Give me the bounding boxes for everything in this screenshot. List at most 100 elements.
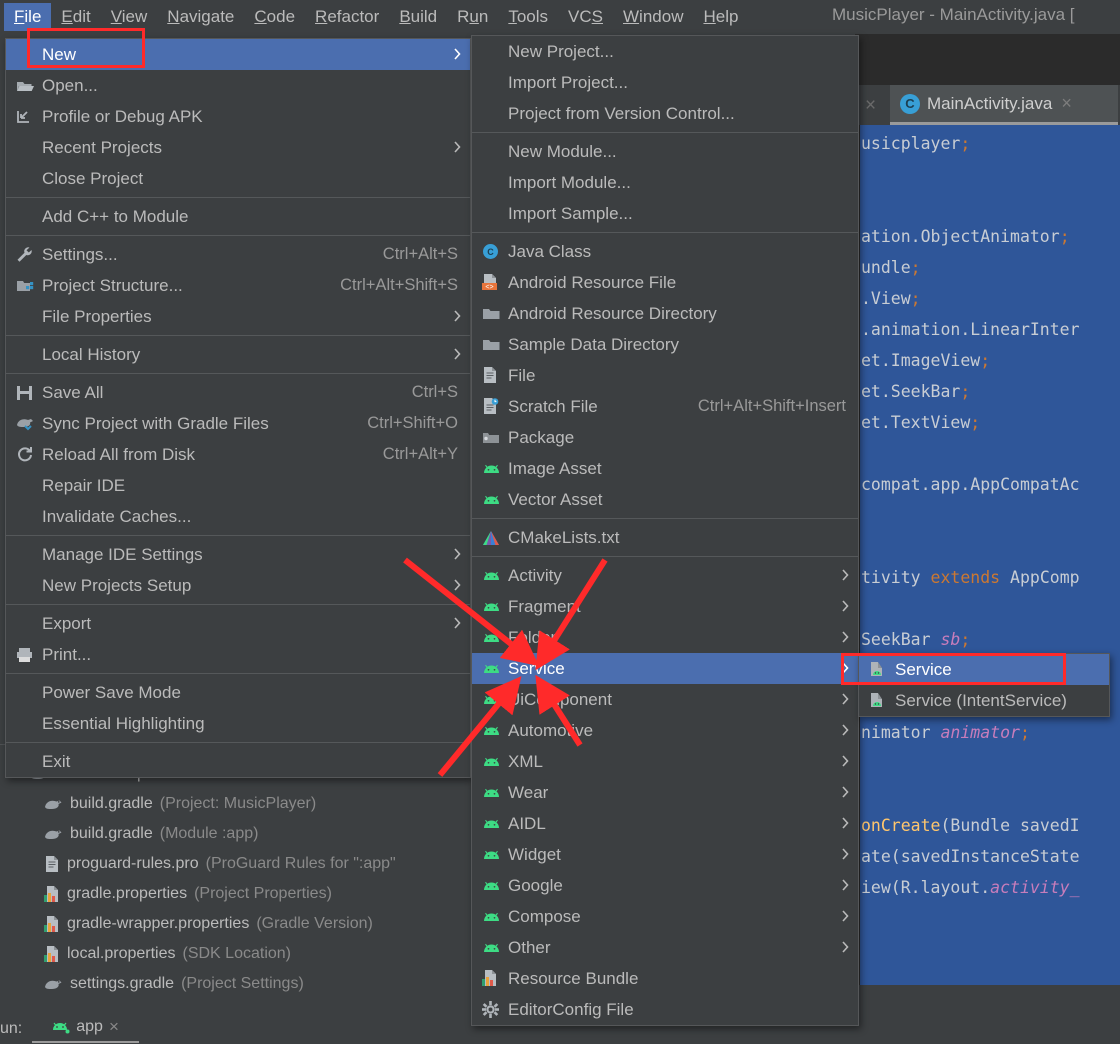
file-menu-item-new-projects-setup[interactable]: New Projects Setup [6, 570, 470, 601]
run-tab-label: app [76, 1018, 103, 1036]
new-menu-item-folder[interactable]: Folder [472, 622, 858, 653]
file-menu-item-recent-projects[interactable]: Recent Projects [6, 132, 470, 163]
new-menu-item-android-resource-file[interactable]: <>Android Resource File [472, 267, 858, 298]
close-icon[interactable]: × [109, 1017, 119, 1037]
file-menu-item-print[interactable]: Print... [6, 639, 470, 670]
menubar-item-view[interactable]: View [101, 3, 158, 31]
menubar-item-vcs[interactable]: VCS [558, 3, 613, 31]
menubar-item-code[interactable]: Code [244, 3, 305, 31]
new-menu-item-xml[interactable]: XML [472, 746, 858, 777]
file-menu-item-local-history[interactable]: Local History [6, 339, 470, 370]
file-menu-item-file-properties[interactable]: File Properties [6, 301, 470, 332]
new-menu-item-import-project[interactable]: Import Project... [472, 67, 858, 98]
new-menu-item-import-sample[interactable]: Import Sample... [472, 198, 858, 229]
file-menu-item-repair-ide[interactable]: Repair IDE [6, 470, 470, 501]
new-menu-item-service[interactable]: Service [472, 653, 858, 684]
file-menu-item-add-c-to-module[interactable]: Add C++ to Module [6, 201, 470, 232]
new-menu-item-new-module[interactable]: New Module... [472, 136, 858, 167]
file-menu-item-invalidate-caches[interactable]: Invalidate Caches... [6, 501, 470, 532]
cmake-icon [482, 530, 508, 546]
menubar-item-help[interactable]: Help [693, 3, 748, 31]
tree-item-name: proguard-rules.pro [67, 855, 199, 873]
file-menu-item-project-structure[interactable]: Project Structure...Ctrl+Alt+Shift+S [6, 270, 470, 301]
new-menu-item-fragment[interactable]: Fragment [472, 591, 858, 622]
new-menu-item-vector-asset[interactable]: Vector Asset [472, 484, 858, 515]
new-menu-item-compose[interactable]: Compose [472, 901, 858, 932]
file-menu-item-essential-highlighting[interactable]: Essential Highlighting [6, 708, 470, 739]
file-menu-item-power-save-mode[interactable]: Power Save Mode [6, 677, 470, 708]
service-menu-item-service-intentservice[interactable]: Service (IntentService) [859, 685, 1109, 716]
new-menu-item-cmakelists-txt[interactable]: CMakeLists.txt [472, 522, 858, 553]
menu-item-label: Folder [508, 628, 858, 648]
editor-tab-mainactivity[interactable]: C MainActivity.java × [890, 85, 1118, 125]
file-menu-item-profile-or-debug-apk[interactable]: Profile or Debug APK [6, 101, 470, 132]
new-menu-item-other[interactable]: Other [472, 932, 858, 963]
new-menu-item-google[interactable]: Google [472, 870, 858, 901]
new-menu-item-new-project[interactable]: New Project... [472, 36, 858, 67]
new-menu-item-import-module[interactable]: Import Module... [472, 167, 858, 198]
new-menu-item-automotive[interactable]: Automotive [472, 715, 858, 746]
menubar-item-run[interactable]: Run [447, 3, 498, 31]
file-menu-item-sync-project-with-gradle-files[interactable]: Sync Project with Gradle FilesCtrl+Shift… [6, 408, 470, 439]
file-menu-item-close-project[interactable]: Close Project [6, 163, 470, 194]
menu-item-label: Package [508, 428, 858, 448]
new-menu-item-package[interactable]: Package [472, 422, 858, 453]
service-menu-item-service[interactable]: Service [859, 654, 1109, 685]
file-menu-item-manage-ide-settings[interactable]: Manage IDE Settings [6, 539, 470, 570]
menubar-item-edit[interactable]: Edit [51, 3, 100, 31]
new-menu-item-file[interactable]: File [472, 360, 858, 391]
new-menu-item-editorconfig-file[interactable]: EditorConfig File [472, 994, 858, 1025]
menu-separator [6, 373, 470, 374]
svg-text:<>: <> [485, 284, 493, 291]
code-line: onCreate(Bundle savedI [855, 810, 1120, 841]
tree-item-proguard-rules-pro[interactable]: proguard-rules.pro(ProGuard Rules for ":… [44, 855, 396, 873]
close-icon[interactable]: × [865, 95, 876, 117]
file-menu-item-export[interactable]: Export [6, 608, 470, 639]
new-menu-item-android-resource-directory[interactable]: Android Resource Directory [472, 298, 858, 329]
menu-item-label: Invalidate Caches... [42, 507, 470, 527]
new-menu-item-image-asset[interactable]: Image Asset [472, 453, 858, 484]
new-menu-item-activity[interactable]: Activity [472, 560, 858, 591]
menubar-item-file[interactable]: File [4, 3, 51, 31]
new-menu-item-wear[interactable]: Wear [472, 777, 858, 808]
file-menu-popup[interactable]: NewOpen...Profile or Debug APKRecent Pro… [5, 38, 471, 778]
tree-item-gradle-properties[interactable]: gradle.properties(Project Properties) [44, 885, 332, 903]
new-menu-item-java-class[interactable]: CJava Class [472, 236, 858, 267]
tree-item-local-properties[interactable]: local.properties(SDK Location) [44, 945, 291, 963]
properties-icon [44, 916, 60, 933]
tree-item-build-gradle[interactable]: build.gradle(Project: MusicPlayer) [44, 795, 316, 813]
code-editor[interactable]: usicplayer; ation.ObjectAnimator;undle;.… [855, 125, 1120, 985]
menubar-item-navigate[interactable]: Navigate [157, 3, 244, 31]
file-menu-item-settings[interactable]: Settings...Ctrl+Alt+S [6, 239, 470, 270]
chevron-right-icon [841, 720, 850, 740]
run-tab-app[interactable]: app × [32, 1015, 139, 1043]
close-icon[interactable]: × [1061, 93, 1072, 114]
chevron-right-icon [453, 44, 462, 64]
code-line: et.ImageView; [855, 345, 1120, 376]
menubar-item-build[interactable]: Build [389, 3, 447, 31]
new-menu-item-resource-bundle[interactable]: Resource Bundle [472, 963, 858, 994]
new-menu-item-widget[interactable]: Widget [472, 839, 858, 870]
menubar-item-refactor[interactable]: Refactor [305, 3, 389, 31]
new-menu-item-scratch-file[interactable]: Scratch FileCtrl+Alt+Shift+Insert [472, 391, 858, 422]
tree-item-build-gradle[interactable]: build.gradle(Module :app) [44, 825, 258, 843]
file-menu-item-open[interactable]: Open... [6, 70, 470, 101]
new-menu-item-aidl[interactable]: AIDL [472, 808, 858, 839]
tree-item-settings-gradle[interactable]: settings.gradle(Project Settings) [44, 975, 304, 993]
tree-item-gradle-wrapper-properties[interactable]: gradle-wrapper.properties(Gradle Version… [44, 915, 373, 933]
file-menu-item-new[interactable]: New [6, 39, 470, 70]
menu-item-label: Activity [508, 566, 858, 586]
tree-item-name: settings.gradle [70, 975, 174, 993]
tree-item-name: gradle.properties [67, 885, 187, 903]
menubar-item-window[interactable]: Window [613, 3, 693, 31]
file-menu-item-save-all[interactable]: Save AllCtrl+S [6, 377, 470, 408]
printer-icon [16, 647, 42, 663]
new-submenu-popup[interactable]: New Project...Import Project...Project f… [471, 35, 859, 1026]
new-menu-item-uicomponent[interactable]: UiComponent [472, 684, 858, 715]
service-submenu-popup[interactable]: ServiceService (IntentService) [858, 653, 1110, 717]
new-menu-item-project-from-version-control[interactable]: Project from Version Control... [472, 98, 858, 129]
menubar-item-tools[interactable]: Tools [498, 3, 558, 31]
file-menu-item-reload-all-from-disk[interactable]: Reload All from DiskCtrl+Alt+Y [6, 439, 470, 470]
file-menu-item-exit[interactable]: Exit [6, 746, 470, 777]
new-menu-item-sample-data-directory[interactable]: Sample Data Directory [472, 329, 858, 360]
